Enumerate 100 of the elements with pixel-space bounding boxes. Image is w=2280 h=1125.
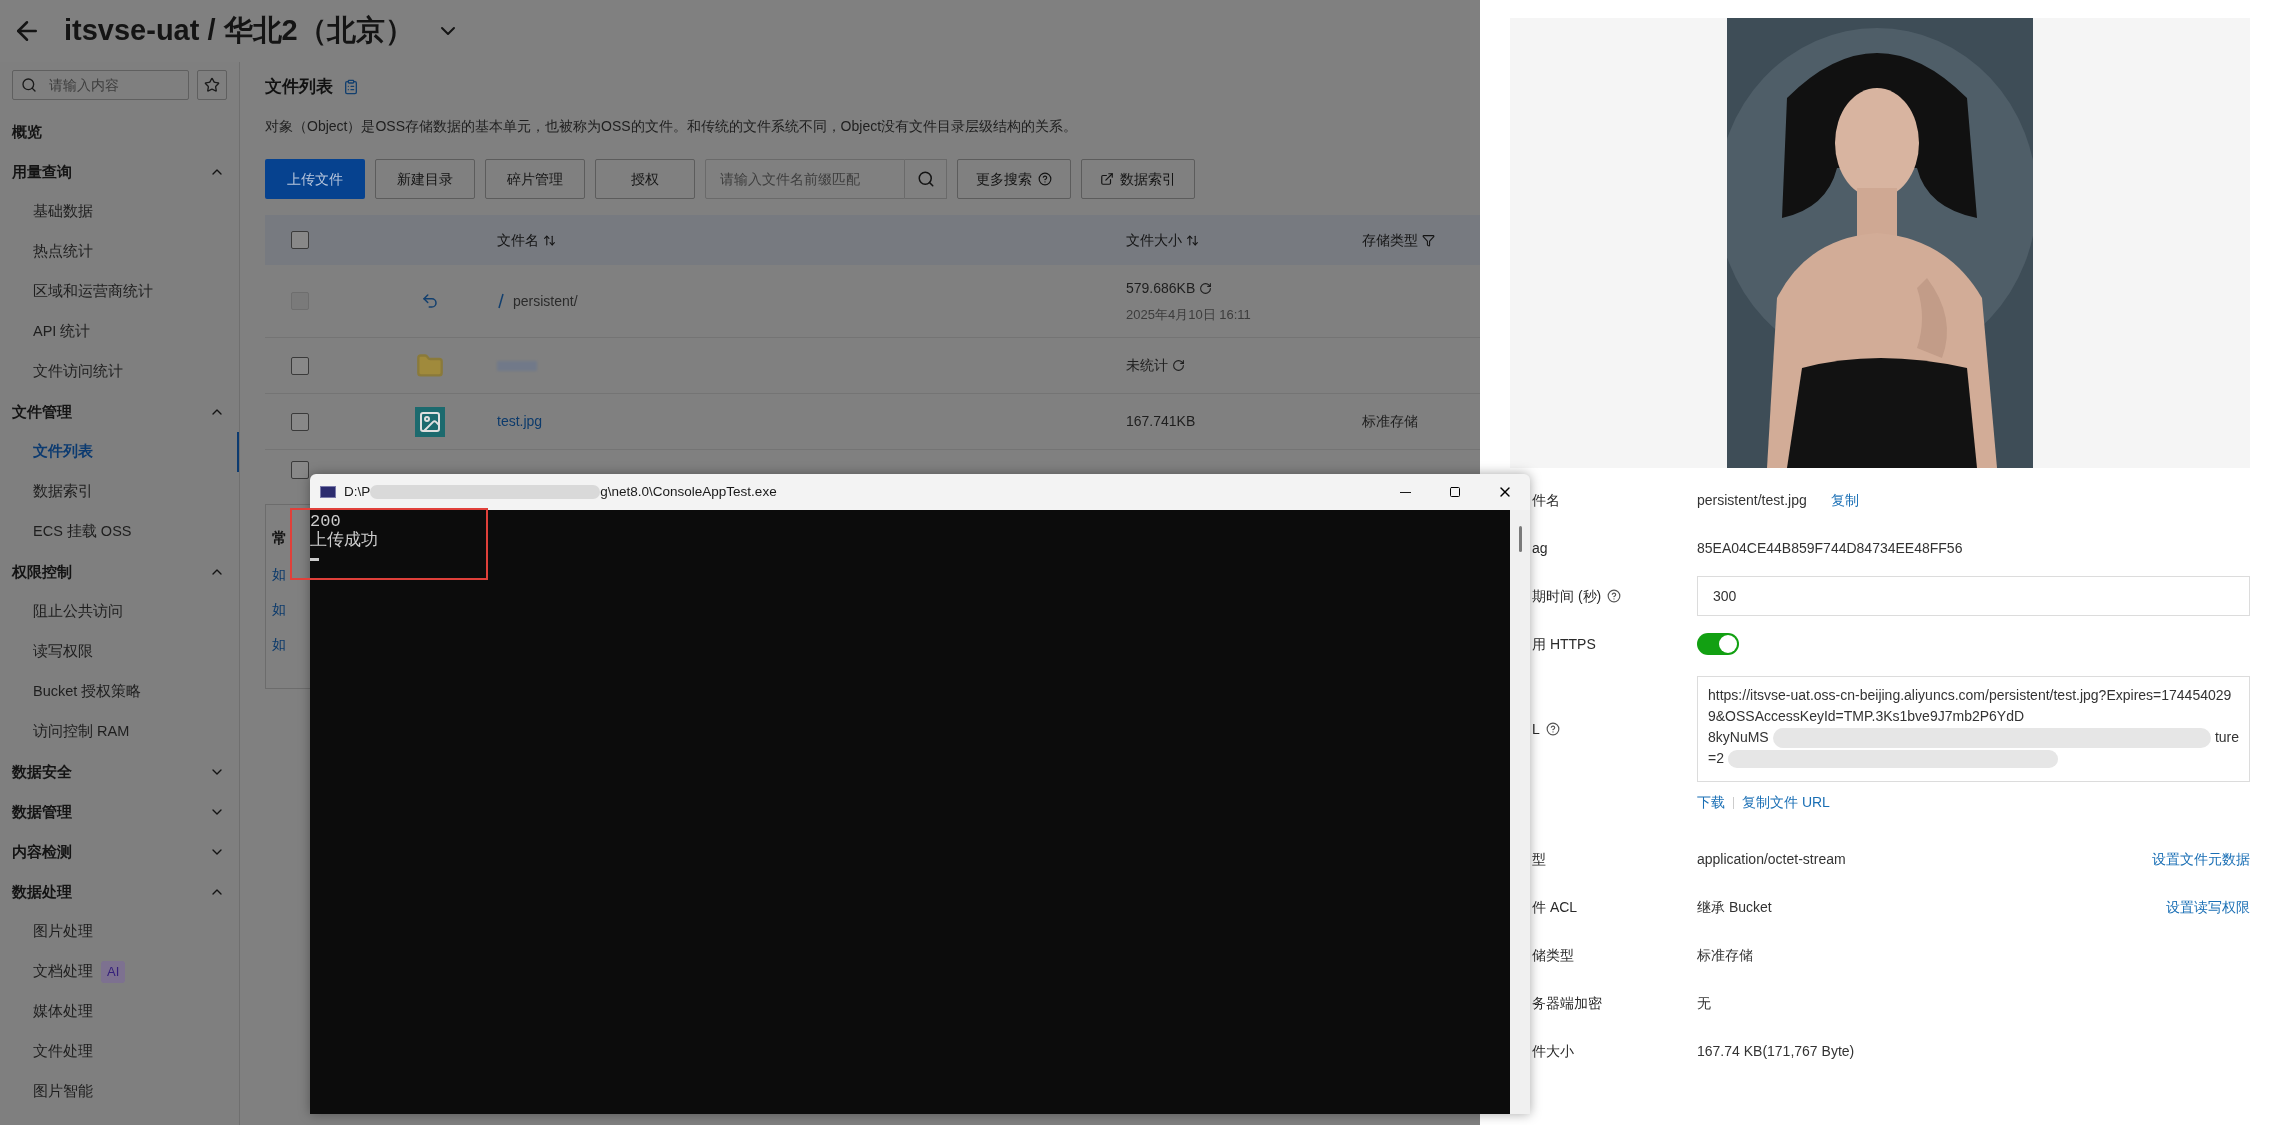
copy-link[interactable]: 复制 bbox=[1830, 489, 1859, 511]
console-output: 上传成功 bbox=[310, 531, 379, 550]
url-text: =2 bbox=[1708, 749, 1724, 768]
help-icon[interactable] bbox=[1545, 722, 1560, 736]
search-icon bbox=[21, 77, 37, 93]
refresh-icon[interactable] bbox=[1172, 359, 1185, 372]
sidebar-group[interactable]: 内容检测 bbox=[0, 832, 239, 872]
column-header: 存储类型 bbox=[1362, 230, 1418, 250]
clipboard-icon[interactable] bbox=[343, 79, 359, 95]
toolbar-button[interactable]: 新建目录 bbox=[375, 159, 475, 199]
help-link[interactable]: 如 bbox=[272, 598, 286, 620]
toolbar-button[interactable]: 碎片管理 bbox=[485, 159, 585, 199]
url-link[interactable]: 复制文件 URL bbox=[1742, 792, 1830, 813]
search-field[interactable]: 请输入内容 bbox=[12, 70, 189, 100]
minimize-icon bbox=[1399, 491, 1411, 493]
checkbox[interactable] bbox=[291, 461, 309, 479]
sidebar-item[interactable]: 阻止公共访问 bbox=[33, 601, 123, 623]
field-label: 务器端加密 bbox=[1532, 993, 1602, 1013]
sidebar-item[interactable]: 文件处理 bbox=[33, 1041, 93, 1063]
data-index-button[interactable]: 数据索引 bbox=[1081, 159, 1195, 199]
sidebar-item[interactable]: 文档处理 bbox=[33, 961, 93, 983]
sidebar-item[interactable]: 媒体处理 bbox=[33, 1001, 93, 1023]
field-label: 型 bbox=[1532, 849, 1546, 869]
url-text: 8kyNuMS bbox=[1708, 728, 1769, 747]
ai-badge: AI bbox=[101, 961, 126, 983]
field-value: 85EA04CE44B859F744D84734EE48FF56 bbox=[1697, 538, 1963, 558]
sidebar-item[interactable]: 文件列表 bbox=[33, 441, 93, 463]
modified-date: 2025年4月10日 16:11 bbox=[1126, 305, 1252, 324]
search-icon bbox=[916, 170, 935, 188]
sidebar-item[interactable]: 基础数据 bbox=[33, 201, 93, 223]
sidebar-item[interactable]: 图片智能 bbox=[33, 1081, 93, 1103]
field-label: ag bbox=[1532, 538, 1548, 558]
field-value: 继承 Bucket bbox=[1697, 897, 1772, 917]
favorite-button[interactable] bbox=[197, 70, 227, 100]
help-icon bbox=[1038, 172, 1052, 186]
sidebar-group[interactable]: 数据处理 bbox=[0, 872, 239, 912]
sort-icon[interactable] bbox=[1186, 233, 1199, 247]
field-value: 无 bbox=[1697, 993, 1711, 1013]
console-icon bbox=[320, 486, 336, 498]
sidebar-item[interactable]: Bucket 授权策略 bbox=[33, 681, 142, 703]
field-label: 件 ACL bbox=[1532, 897, 1578, 917]
back-icon[interactable] bbox=[421, 292, 439, 310]
sidebar-item[interactable]: 区域和运营商统计 bbox=[33, 281, 153, 303]
expiry-input[interactable]: 300 bbox=[1697, 576, 2250, 616]
sidebar-group[interactable]: 文件管理 bbox=[0, 392, 239, 432]
scrollbar-thumb[interactable] bbox=[1518, 526, 1522, 552]
help-link[interactable]: 如 bbox=[272, 633, 286, 655]
maximize-icon bbox=[1449, 486, 1461, 498]
url-link[interactable]: 下载 bbox=[1697, 792, 1725, 813]
window-title: g\net8.0\ConsoleAppTest.exe bbox=[600, 482, 777, 501]
sidebar-group[interactable]: 数据安全 bbox=[0, 752, 239, 792]
filter-icon[interactable] bbox=[1422, 233, 1435, 247]
help-link[interactable]: 如 bbox=[272, 563, 286, 585]
sidebar-group[interactable]: 权限控制 bbox=[0, 552, 239, 592]
file-search-field[interactable]: 请输入文件名前缀匹配 bbox=[705, 159, 905, 199]
file-size: 未统计 bbox=[1126, 356, 1168, 375]
url-text: ture bbox=[2214, 728, 2239, 747]
column-header: 文件大小 bbox=[1126, 230, 1182, 250]
help-icon[interactable] bbox=[1607, 589, 1622, 603]
sidebar-item[interactable]: 访问控制 RAM bbox=[33, 721, 130, 743]
folder-icon bbox=[414, 351, 446, 380]
https-switch[interactable] bbox=[1697, 633, 1739, 655]
description-text: 对象（Object）是OSS存储数据的基本单元，也被称为OSS的文件。和传统的文件系统不同，Object没有文件目录层级结构的关系。 bbox=[265, 117, 1079, 136]
image-icon bbox=[415, 406, 445, 437]
sidebar-item[interactable]: 图片处理 bbox=[33, 921, 93, 943]
storage-class: 标准存储 bbox=[1362, 412, 1418, 431]
checkbox[interactable] bbox=[291, 231, 309, 249]
sidebar-item[interactable]: 概览 bbox=[0, 112, 239, 152]
star-icon bbox=[204, 77, 220, 93]
sidebar-group[interactable]: 数据管理 bbox=[0, 792, 239, 832]
search-button[interactable] bbox=[905, 159, 947, 199]
window-title: D:\P bbox=[344, 482, 371, 501]
field-label: 件大小 bbox=[1532, 1041, 1574, 1061]
file-link[interactable]: test.jpg bbox=[497, 411, 543, 432]
slash-icon bbox=[497, 293, 505, 309]
section-title: 文件列表 bbox=[265, 76, 333, 99]
sidebar-item[interactable]: API 统计 bbox=[33, 321, 91, 343]
checkbox[interactable] bbox=[291, 356, 309, 375]
sidebar-item[interactable]: 数据索引 bbox=[33, 481, 93, 503]
field-value: 标准存储 bbox=[1697, 945, 1753, 965]
sidebar-item[interactable]: 热点统计 bbox=[33, 241, 93, 263]
file-size: 579.686KB bbox=[1126, 278, 1196, 298]
external-link-icon bbox=[1100, 172, 1114, 186]
toolbar-button[interactable]: 上传文件 bbox=[265, 159, 365, 199]
file-size: 167.741KB bbox=[1126, 412, 1196, 431]
settings-link[interactable]: 设置文件元数据 bbox=[2152, 848, 2250, 870]
sidebar-item[interactable]: 文件访问统计 bbox=[33, 361, 123, 383]
sidebar-item[interactable]: ECS 挂载 OSS bbox=[33, 521, 132, 543]
checkbox[interactable] bbox=[291, 412, 309, 431]
field-label: 储类型 bbox=[1532, 945, 1574, 965]
toolbar-button[interactable]: 授权 bbox=[595, 159, 695, 199]
field-value: application/octet-stream bbox=[1697, 849, 1846, 869]
sidebar-group[interactable]: 用量查询 bbox=[0, 152, 239, 192]
url-box[interactable]: https://itsvse-uat.oss-cn-beijing.aliyuncs.com/persistent/test.jpg?Expires=1744540299&OSSAccessKeyId=TMP.3Ks1bve9J7mb2P6YdD 8kyNuMS ture =2 bbox=[1697, 676, 2250, 782]
column-header: 文件名 bbox=[497, 230, 539, 250]
sort-icon[interactable] bbox=[543, 233, 556, 247]
settings-link[interactable]: 设置读写权限 bbox=[2166, 896, 2250, 918]
more-search-button[interactable]: 更多搜索 bbox=[957, 159, 1071, 199]
field-value: persistent/test.jpg bbox=[1697, 490, 1807, 510]
sidebar-item[interactable]: 读写权限 bbox=[33, 641, 93, 663]
